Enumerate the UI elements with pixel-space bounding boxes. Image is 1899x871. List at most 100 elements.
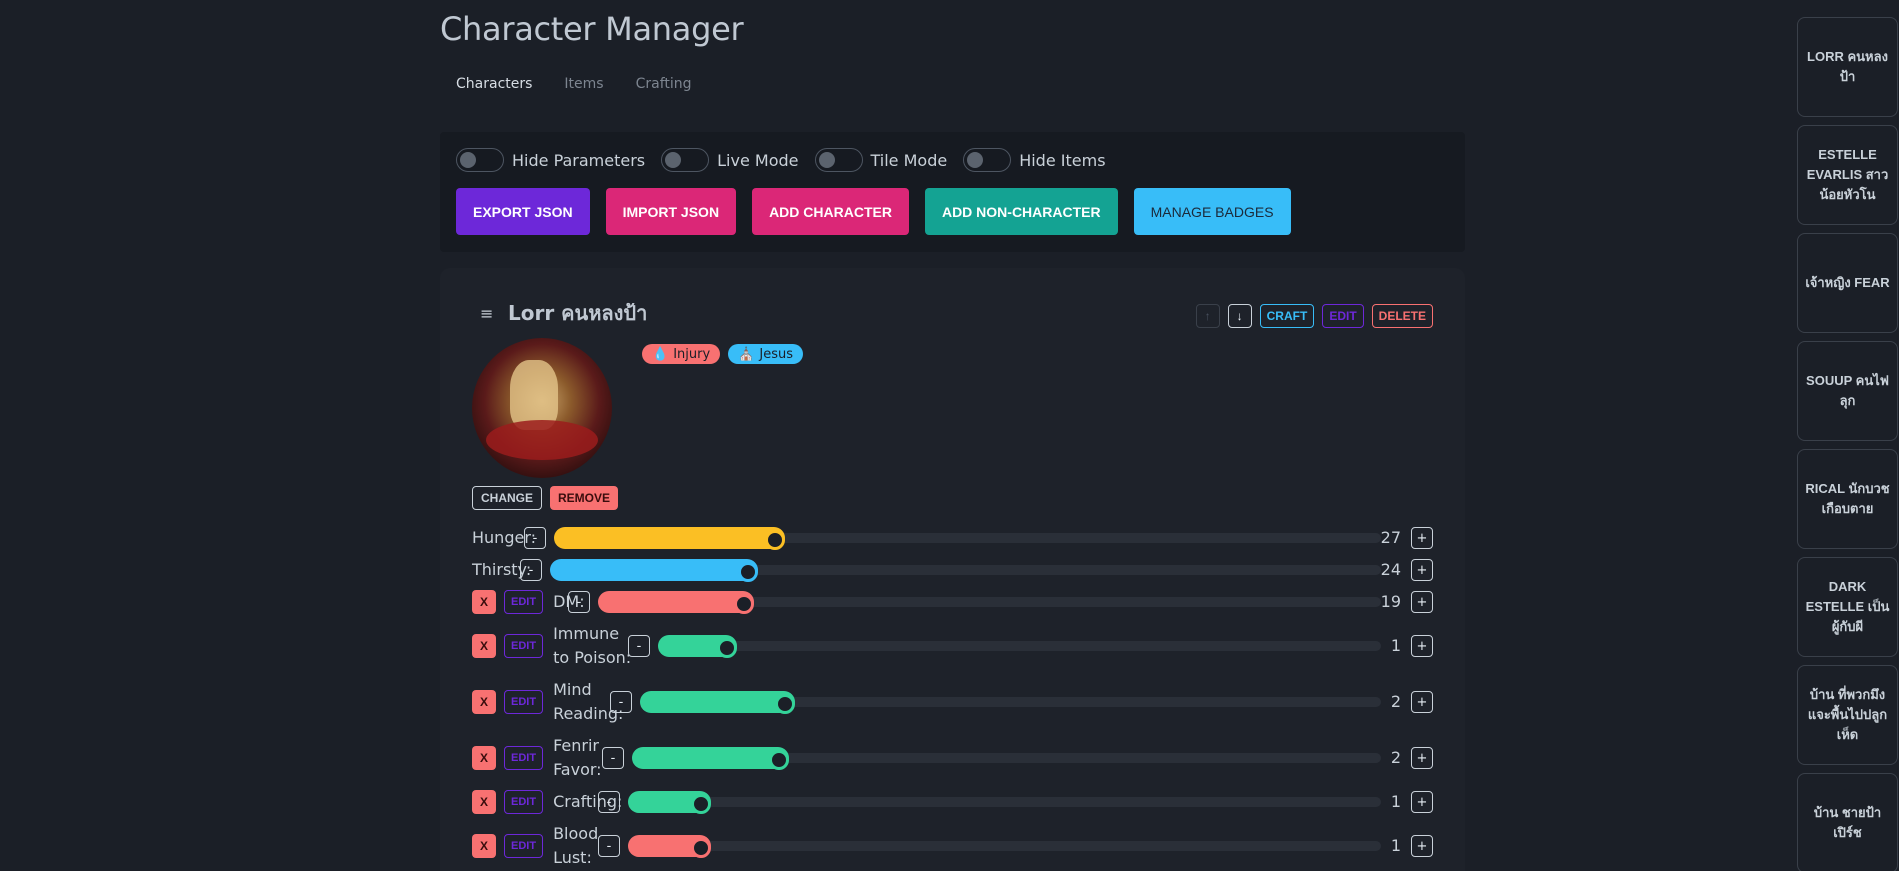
tab-crafting[interactable]: Crafting (620, 76, 708, 100)
badge-injury[interactable]: 💧 Injury (642, 344, 721, 364)
decrement-button[interactable]: - (524, 527, 546, 549)
stat-list: Hunger: -27 + Thirsty: -24 + X EDIT DM: -19 + X EDIT… (472, 522, 1433, 871)
change-avatar-button[interactable]: CHANGE (472, 486, 543, 510)
increment-button[interactable]: + (1411, 527, 1433, 549)
hide-parameters-switch[interactable] (456, 148, 504, 172)
stat-value: 24 (1380, 560, 1401, 579)
toggle-live-mode[interactable]: Live Mode (661, 148, 799, 172)
decrement-button[interactable]: - (520, 559, 542, 581)
quick-character-card[interactable]: ESTELLE EVARLIS สาวน้อยหัวโน (1797, 125, 1898, 225)
stat-slider-handle[interactable] (769, 750, 789, 770)
hide-parameters-label: Hide Parameters (512, 150, 646, 170)
stat-slider-fill (554, 527, 785, 549)
quick-character-card[interactable]: LORR คนหลงป้า (1797, 17, 1898, 117)
remove-stat-button[interactable]: X (472, 690, 496, 714)
edit-stat-button[interactable]: EDIT (504, 690, 544, 714)
decrement-button[interactable]: - (628, 635, 650, 657)
edit-stat-button[interactable]: EDIT (504, 746, 544, 770)
stat-row: X EDIT Blood Lust: - 1 + (472, 818, 1433, 871)
stat-slider-track[interactable] (598, 591, 1381, 614)
edit-stat-button[interactable]: EDIT (504, 834, 544, 858)
quick-character-card[interactable]: เจ้าหญิง FEAR (1797, 233, 1898, 333)
stat-slider-track[interactable] (550, 559, 1381, 582)
stat-slider-fill (598, 591, 754, 613)
stat-slider-track[interactable] (640, 691, 1381, 714)
toggle-tile-mode[interactable]: Tile Mode (814, 148, 948, 172)
tab-characters[interactable]: Characters (440, 76, 548, 100)
stat-slider-handle[interactable] (738, 562, 758, 582)
toggle-hide-items[interactable]: Hide Items (963, 148, 1106, 172)
edit-stat-button[interactable]: EDIT (504, 790, 544, 814)
stat-slider-track[interactable] (632, 747, 1381, 770)
add-character-button[interactable]: ADD CHARACTER (752, 188, 909, 235)
stat-label: Immune to Poison: (553, 624, 632, 667)
stat-slider-handle[interactable] (717, 638, 737, 658)
decrement-button[interactable]: - (568, 591, 590, 613)
delete-character-button[interactable]: DELETE (1371, 304, 1433, 328)
increment-button[interactable]: + (1411, 559, 1433, 581)
increment-button[interactable]: + (1411, 747, 1433, 769)
increment-button[interactable]: + (1411, 591, 1433, 613)
add-non-character-button[interactable]: ADD NON-CHARACTER (924, 188, 1118, 235)
character-quick-list: LORR คนหลงป้า ESTELLE EVARLIS สาวน้อยหัวโ… (1797, 17, 1898, 871)
toggle-hide-parameters[interactable]: Hide Parameters (456, 148, 645, 172)
stat-slider-track[interactable] (554, 527, 1381, 550)
drag-handle-icon[interactable]: ≡ (472, 304, 508, 323)
quick-character-card[interactable]: SOUUP คนไฟลุก (1797, 341, 1898, 441)
edit-stat-button[interactable]: EDIT (504, 634, 544, 658)
stat-value: 19 (1380, 592, 1401, 611)
tab-items[interactable]: Items (548, 76, 619, 100)
stat-slider-handle[interactable] (734, 594, 754, 614)
stat-slider-track[interactable] (658, 635, 1381, 658)
live-mode-label: Live Mode (717, 150, 799, 170)
stat-slider-handle[interactable] (691, 794, 711, 814)
increment-button[interactable]: + (1411, 835, 1433, 857)
decrement-button[interactable]: - (598, 791, 620, 813)
remove-stat-button[interactable]: X (472, 834, 496, 858)
avatar (472, 338, 612, 478)
stat-slider-handle[interactable] (765, 530, 785, 550)
increment-button[interactable]: + (1411, 791, 1433, 813)
decrement-button[interactable]: - (602, 747, 624, 769)
hide-items-switch[interactable] (963, 148, 1012, 172)
increment-button[interactable]: + (1411, 691, 1433, 713)
main-content: Character Manager Characters Items Craft… (440, 0, 1465, 871)
manage-badges-button[interactable]: MANAGE BADGES (1133, 188, 1291, 235)
edit-character-button[interactable]: EDIT (1322, 304, 1364, 328)
craft-button[interactable]: CRAFT (1259, 304, 1315, 328)
action-buttons: EXPORT JSON IMPORT JSON ADD CHARACTER AD… (456, 188, 1449, 235)
move-down-button[interactable]: ↓ (1227, 304, 1252, 328)
import-json-button[interactable]: IMPORT JSON (605, 188, 737, 235)
edit-stat-button[interactable]: EDIT (504, 590, 544, 614)
quick-character-card[interactable]: DARK ESTELLE เป็นผู้กับผี (1797, 557, 1898, 657)
remove-avatar-button[interactable]: REMOVE (550, 486, 619, 510)
decrement-button[interactable]: - (598, 835, 620, 857)
increment-button[interactable]: + (1411, 635, 1433, 657)
quick-character-card[interactable]: RICAL นักบวชเกือบตาย (1797, 449, 1898, 549)
badge-injury-label: Injury (673, 346, 711, 362)
stat-row: X EDIT DM: -19 + (472, 586, 1433, 618)
tile-mode-switch[interactable] (814, 148, 863, 172)
tile-mode-label: Tile Mode (870, 150, 948, 170)
decrement-button[interactable]: - (610, 691, 632, 713)
badge-jesus-label: Jesus (759, 346, 793, 362)
stat-slider-track[interactable] (628, 835, 1381, 858)
badge-jesus[interactable]: ⛪ Jesus (728, 344, 803, 364)
stat-slider-handle[interactable] (691, 838, 711, 858)
church-icon: ⛪ (738, 346, 755, 362)
quick-character-card[interactable]: บ้าน ชายป้าเปิร์ช (1797, 773, 1898, 871)
stat-slider-track[interactable] (628, 791, 1381, 814)
stat-slider-handle[interactable] (775, 694, 795, 714)
move-up-button[interactable]: ↑ (1195, 304, 1220, 328)
remove-stat-button[interactable]: X (472, 790, 496, 814)
remove-stat-button[interactable]: X (472, 590, 496, 614)
remove-stat-button[interactable]: X (472, 746, 496, 770)
export-json-button[interactable]: EXPORT JSON (456, 188, 590, 235)
stat-value: 2 (1390, 748, 1401, 767)
remove-stat-button[interactable]: X (472, 634, 496, 658)
character-actions: ↑ ↓ CRAFT EDIT DELETE (1195, 304, 1433, 328)
quick-character-card[interactable]: บ้าน ที่พวกมึงแจะพื้นไปปลูกเห็ด (1797, 665, 1898, 765)
live-mode-switch[interactable] (661, 148, 710, 172)
avatar-row: CHANGE REMOVE 💧 Injury ⛪ Jesus (472, 338, 1433, 510)
character-name: Lorr คนหลงป้า (508, 301, 648, 325)
